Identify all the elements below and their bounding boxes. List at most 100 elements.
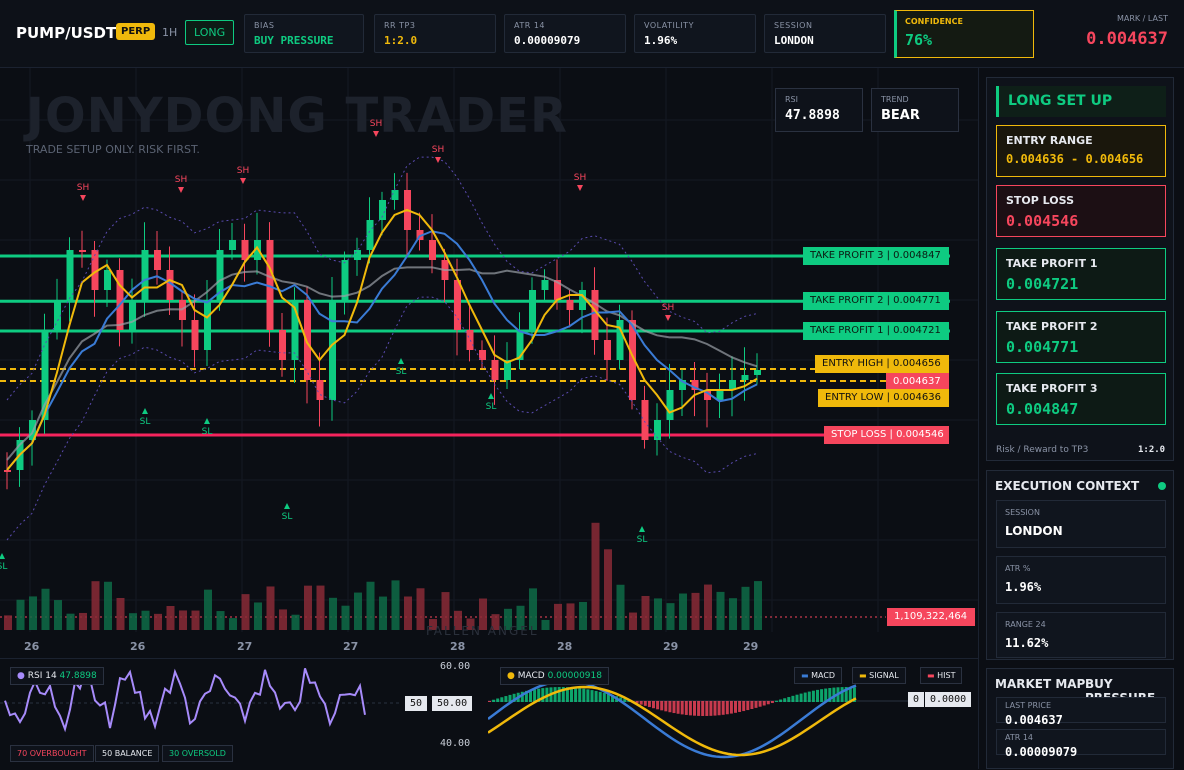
stat-card-atr-14: ATR 14 0.00009079 [504, 14, 626, 53]
tp2-card[interactable]: TAKE PROFIT 2 0.004771 [996, 311, 1166, 363]
macd-hist-bar [570, 687, 573, 702]
macd-hist-bar [574, 687, 578, 702]
macd-hist-bar [541, 688, 545, 702]
rsi-legend-oversold: 30 OVERSOLD [162, 745, 233, 762]
macd-hist-bar [791, 695, 795, 702]
macd-legend-signal[interactable]: ▬ SIGNAL [852, 667, 906, 684]
macd-legend-hist[interactable]: ▬ HIST [920, 667, 963, 684]
x-axis-label: 27 [237, 640, 253, 653]
macd-hist-bar [553, 687, 557, 702]
x-axis-label: 26 [130, 640, 146, 653]
macd-hist-bar [783, 698, 787, 702]
candle-body [241, 240, 249, 260]
volume-bar [391, 580, 400, 630]
stat-card-volatility: VOLATILITY 1.96% [634, 14, 756, 53]
volume-bar [154, 613, 162, 630]
volume-bar [741, 586, 750, 630]
macd-hist-bar [709, 701, 713, 716]
entry-low-level-label[interactable]: ENTRY LOW | 0.004636 [818, 389, 949, 407]
macd-hist-bar [590, 690, 594, 702]
rsi-top-value: 60.00 [440, 661, 471, 672]
swing-low-marker: SL [202, 427, 213, 437]
swing-high-marker: SH [574, 173, 586, 183]
tp1-value: 0.004721 [1006, 275, 1079, 293]
rsi-mid-value: 50.00 [432, 696, 473, 711]
macd-hist-bar [664, 701, 668, 712]
confidence-card: CONFIDENCE 76% [894, 10, 1034, 58]
macd-hist-bar [738, 701, 742, 712]
indicator-panels: ● RSI 14 47.8898 60.00 40.00 50 50.00 70… [0, 658, 978, 769]
timeframe-label[interactable]: 1H [162, 26, 177, 39]
volume-bar [616, 584, 625, 630]
tp1-level-label[interactable]: TAKE PROFIT 1 | 0.004721 [803, 322, 949, 340]
candle-body [366, 220, 374, 250]
macd-hist-bar [795, 694, 799, 702]
tp3-card[interactable]: TAKE PROFIT 3 0.004847 [996, 373, 1166, 425]
stat-value: 1:2.0 [384, 34, 418, 47]
entry-high-level-label[interactable]: ENTRY HIGH | 0.004656 [815, 355, 949, 373]
macd-hist-bar [660, 701, 664, 711]
candle-body [466, 330, 474, 350]
tp3-level-label[interactable]: TAKE PROFIT 3 | 0.004847 [803, 247, 949, 265]
stat-card-rr-tp3: RR TP3 1:2.0 [374, 14, 496, 53]
volume-label: 1,109,322,464 [887, 608, 975, 626]
macd-hist-bar [717, 701, 721, 716]
tp1-card[interactable]: TAKE PROFIT 1 0.004721 [996, 248, 1166, 300]
volume-bar [629, 612, 637, 630]
candle-body [666, 390, 674, 420]
volume-bar [554, 603, 562, 630]
macd-hist-bar [713, 701, 717, 716]
macd-hist-bar [533, 689, 537, 702]
tp2-value: 0.004771 [1006, 338, 1079, 356]
macd-hist-bar [639, 701, 643, 705]
x-axis-label: 29 [743, 640, 759, 653]
candle-body [54, 300, 61, 330]
volume-bar [266, 586, 275, 630]
stat-card-session: SESSION LONDON [764, 14, 886, 53]
volume-bar [216, 611, 225, 630]
mark-value: 0.004637 [1086, 29, 1168, 49]
volume-bar [654, 598, 662, 630]
macd-hist-bar [488, 701, 491, 702]
context-session: SESSION LONDON [996, 500, 1166, 548]
volume-bar [141, 610, 150, 630]
trend-readout-value: BEAR [881, 108, 920, 123]
macd-hist-bar [652, 701, 655, 709]
volume-bar [104, 581, 112, 630]
volume-bar [641, 595, 650, 630]
volume-bar [591, 522, 600, 630]
candle-body [354, 250, 361, 260]
symbol-title[interactable]: PUMP/USDT [16, 24, 116, 42]
context-session-value: LONDON [1005, 524, 1063, 538]
macd-title: ● MACD 0.00000918 [500, 667, 609, 685]
macd-hist-bar [758, 701, 762, 707]
stop-loss-card[interactable]: STOP LOSS 0.004546 [996, 185, 1166, 237]
candle-body [741, 375, 749, 380]
stat-card-bias: BIAS BUY PRESSURE [244, 14, 364, 53]
candle-body [491, 360, 499, 380]
stop-loss-label: STOP LOSS [1006, 194, 1074, 207]
arrow-up-icon [488, 393, 494, 399]
volume-bar [204, 589, 212, 630]
entry-range-card[interactable]: ENTRY RANGE 0.004636 - 0.004656 [996, 125, 1166, 177]
macd-hist-bar [602, 692, 606, 702]
volume-bar [379, 596, 387, 630]
macd-hist-bar [725, 701, 729, 715]
watermark-bottom: FALLEN ANGEL [426, 624, 539, 638]
swing-high-marker: SH [432, 145, 444, 155]
context-range-value: 11.62% [1005, 636, 1049, 650]
volume-bar [166, 605, 175, 630]
macd-hist-bar [594, 690, 598, 702]
macd-hist-bar [840, 687, 844, 702]
context-range: RANGE 24 11.62% [996, 612, 1166, 658]
tp2-level-label[interactable]: TAKE PROFIT 2 | 0.004771 [803, 292, 949, 310]
macd-legend-macd[interactable]: ▬ MACD [794, 667, 843, 684]
watermark: JONYDONG TRADER [26, 88, 568, 144]
stat-label: VOLATILITY [644, 21, 694, 30]
macd-hist-bar [578, 688, 582, 702]
stop-loss-level-label[interactable]: STOP LOSS | 0.004546 [824, 426, 949, 444]
volume-bar [54, 600, 62, 630]
rsi-bottom-value: 40.00 [440, 738, 471, 749]
arrow-up-icon [142, 408, 148, 414]
arrow-down-icon [240, 178, 246, 184]
